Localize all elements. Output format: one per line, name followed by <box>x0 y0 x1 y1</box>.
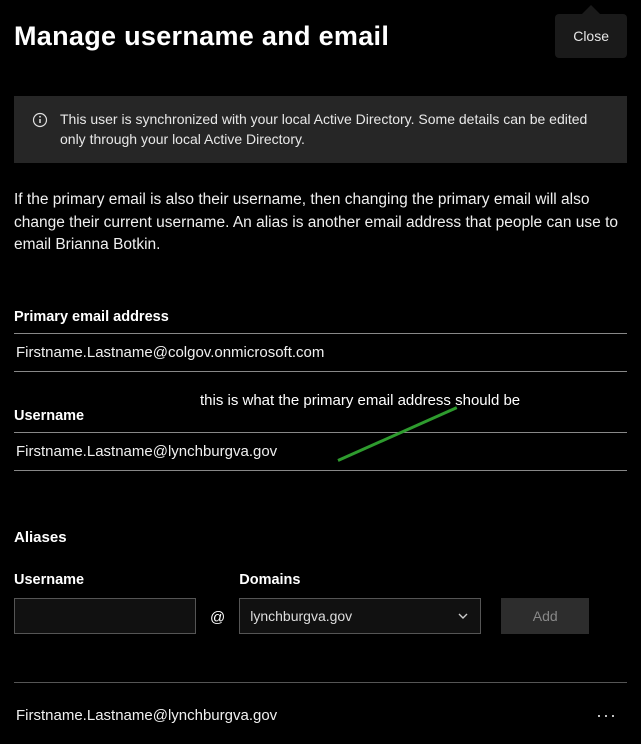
primary-email-label: Primary email address <box>14 309 627 334</box>
username-label: Username <box>14 408 627 433</box>
username-value: Firstname.Lastname@lynchburgva.gov <box>14 433 627 471</box>
alias-more-button[interactable]: ··· <box>588 701 625 730</box>
page-title: Manage username and email <box>14 21 389 52</box>
alias-domain-selected: lynchburgva.gov <box>250 608 352 624</box>
primary-email-section: Primary email address Firstname.Lastname… <box>14 309 627 372</box>
aliases-heading: Aliases <box>14 529 627 546</box>
chevron-down-icon <box>456 609 470 623</box>
alias-username-label: Username <box>14 572 196 588</box>
primary-email-value: Firstname.Lastname@colgov.onmicrosoft.co… <box>14 334 627 372</box>
info-banner-text: This user is synchronized with your loca… <box>60 111 587 147</box>
description-text: If the primary email is also their usern… <box>14 189 627 256</box>
add-alias-button[interactable]: Add <box>501 598 589 634</box>
at-symbol: @ <box>210 609 225 626</box>
annotation-text: this is what the primary email address s… <box>200 392 520 409</box>
alias-list-item: Firstname.Lastname@lynchburgva.gov ··· <box>14 683 627 730</box>
alias-domains-label: Domains <box>239 572 481 588</box>
info-banner: This user is synchronized with your loca… <box>14 96 627 163</box>
username-section: Username Firstname.Lastname@lynchburgva.… <box>14 408 627 471</box>
close-button[interactable]: Close <box>555 14 627 58</box>
alias-username-input[interactable] <box>14 598 196 634</box>
alias-email-text: Firstname.Lastname@lynchburgva.gov <box>16 707 277 724</box>
info-icon <box>32 112 48 128</box>
alias-add-row: Username @ Domains lynchburgva.gov Add <box>14 572 627 634</box>
alias-domain-select[interactable]: lynchburgva.gov <box>239 598 481 634</box>
